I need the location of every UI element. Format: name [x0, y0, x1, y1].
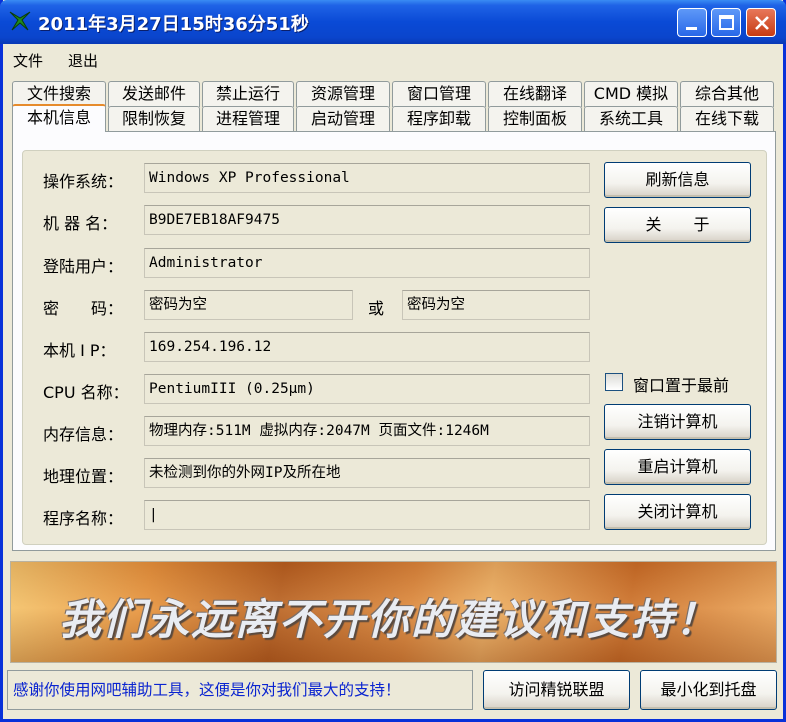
menu-bar: 文件 退出 — [3, 44, 783, 74]
tab-window-manager[interactable]: 窗口管理 — [392, 81, 486, 107]
menu-file[interactable]: 文件 — [13, 50, 43, 71]
login-user-field[interactable]: Administrator — [144, 248, 590, 278]
password-field-1[interactable]: 密码为空 — [144, 290, 353, 320]
maximize-button[interactable] — [711, 8, 741, 37]
footer-message: 感谢你使用网吧辅助工具，这便是你对我们最大的支持！ — [7, 670, 473, 710]
location-label: 地理位置： — [43, 467, 124, 486]
tab-local-info[interactable]: 本机信息 — [12, 104, 106, 132]
app-logo-icon — [9, 11, 31, 31]
minimize-to-tray-button[interactable]: 最小化到托盘 — [640, 670, 777, 710]
tab-process-manager[interactable]: 进程管理 — [202, 106, 294, 132]
tab-startup-manager[interactable]: 启动管理 — [296, 106, 390, 132]
banner-image: 我们永远离不开你的建议和支持！ — [10, 561, 777, 663]
machine-name-label: 机 器 名： — [43, 214, 118, 233]
local-ip-label: 本机 I P： — [43, 341, 116, 360]
tab-resource-manager[interactable]: 资源管理 — [296, 81, 390, 107]
refresh-info-button[interactable]: 刷新信息 — [604, 162, 751, 198]
maximize-icon — [719, 15, 734, 30]
memory-label: 内存信息： — [43, 425, 124, 444]
tab-online-translate[interactable]: 在线翻译 — [488, 81, 582, 107]
password-field-2[interactable]: 密码为空 — [402, 290, 590, 320]
location-field[interactable]: 未检测到你的外网IP及所在地 — [144, 458, 590, 488]
minimize-button[interactable] — [677, 8, 707, 37]
tab-cmd-simulator[interactable]: CMD 模拟 — [584, 81, 678, 107]
memory-field[interactable]: 物理内存:511M 虚拟内存:2047M 页面文件:1246M — [144, 416, 590, 446]
tab-send-mail[interactable]: 发送邮件 — [108, 81, 200, 107]
menu-exit[interactable]: 退出 — [68, 50, 98, 71]
restart-button[interactable]: 重启计算机 — [604, 449, 751, 485]
local-ip-field[interactable]: 169.254.196.12 — [144, 332, 590, 362]
about-button[interactable]: 关 于 — [604, 207, 751, 243]
tab-restriction-restore[interactable]: 限制恢复 — [108, 106, 200, 132]
cpu-label: CPU 名称： — [43, 383, 129, 402]
logoff-button[interactable]: 注销计算机 — [604, 404, 751, 440]
topmost-checkbox[interactable] — [605, 373, 623, 391]
topmost-label[interactable]: 窗口置于最前 — [633, 372, 729, 396]
tab-misc[interactable]: 综合其他 — [680, 81, 774, 107]
minimize-icon — [686, 27, 697, 30]
machine-name-field[interactable]: B9DE7EB18AF9475 — [144, 205, 590, 235]
close-icon — [755, 16, 769, 30]
password-label: 密 码： — [43, 299, 124, 318]
os-label: 操作系统： — [43, 172, 124, 191]
tab-block-run[interactable]: 禁止运行 — [202, 81, 294, 107]
login-user-label: 登陆用户： — [43, 257, 124, 276]
tab-online-download[interactable]: 在线下载 — [680, 106, 774, 132]
tab-uninstall[interactable]: 程序卸载 — [392, 106, 486, 132]
banner-text: 我们永远离不开你的建议和支持！ — [59, 595, 720, 644]
title-bar[interactable]: 2011年3月27日15时36分51秒 — [0, 0, 786, 44]
window-title: 2011年3月27日15时36分51秒 — [38, 14, 309, 35]
tab-control-panel[interactable]: 控制面板 — [488, 106, 582, 132]
password-or-label: 或 — [368, 299, 385, 318]
os-field[interactable]: Windows XP Professional — [144, 163, 590, 193]
close-button[interactable] — [746, 8, 776, 37]
program-name-label: 程序名称： — [43, 509, 124, 528]
shutdown-button[interactable]: 关闭计算机 — [604, 494, 751, 530]
tab-system-tools[interactable]: 系统工具 — [584, 106, 678, 132]
visit-website-button[interactable]: 访问精锐联盟 — [483, 670, 630, 710]
program-name-input[interactable]: | — [144, 500, 590, 530]
cpu-field[interactable]: PentiumIII (0.25μm) — [144, 374, 590, 404]
